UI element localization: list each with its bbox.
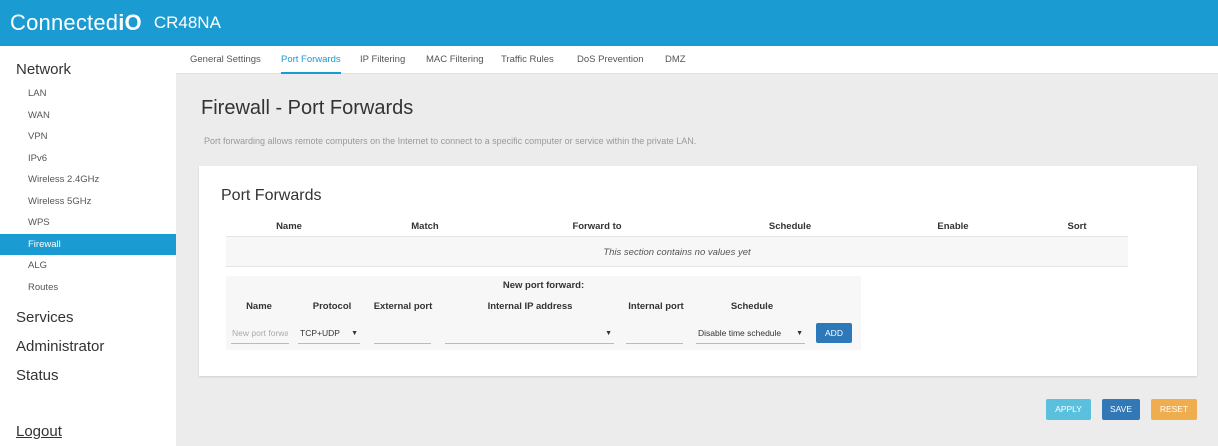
empty-message: This section contains no values yet — [603, 247, 751, 258]
sidebar-item-wan[interactable]: WAN — [0, 105, 176, 127]
sidebar-item-wireless-5ghz[interactable]: Wireless 5GHz — [0, 191, 176, 213]
tab-bar: General Settings Port Forwards IP Filter… — [176, 46, 1218, 74]
sidebar-item-alg[interactable]: ALG — [0, 255, 176, 277]
tab-ip-filtering[interactable]: IP Filtering — [360, 46, 405, 74]
new-header-name: Name — [246, 301, 272, 312]
sidebar-status[interactable]: Status — [0, 361, 176, 390]
logout-link[interactable]: Logout — [0, 421, 62, 443]
column-header-match: Match — [411, 221, 439, 232]
page-title: Firewall - Port Forwards — [201, 97, 414, 119]
new-header-protocol: Protocol — [312, 301, 352, 312]
tab-port-forwards[interactable]: Port Forwards — [281, 46, 341, 74]
section-title: Port Forwards — [221, 187, 322, 204]
sidebar-services[interactable]: Services — [0, 303, 176, 332]
tab-traffic-rules[interactable]: Traffic Rules — [501, 46, 554, 74]
tab-dmz[interactable]: DMZ — [665, 46, 686, 74]
empty-table-row: This section contains no values yet — [226, 236, 1128, 267]
sidebar-item-ipv6[interactable]: IPv6 — [0, 148, 176, 170]
column-header-sort: Sort — [1067, 221, 1087, 232]
new-header-internal-ip: Internal IP address — [487, 301, 573, 312]
sidebar: Network LAN WAN VPN IPv6 Wireless 2.4GHz… — [0, 46, 176, 446]
apply-button[interactable]: APPLY — [1046, 399, 1091, 420]
sidebar-item-wireless-24ghz[interactable]: Wireless 2.4GHz — [0, 169, 176, 191]
protocol-value: TCP+UDP — [300, 328, 340, 338]
top-bar: Connected iO CR48NA — [0, 0, 1218, 46]
sidebar-administrator[interactable]: Administrator — [0, 332, 176, 361]
tab-dos-prevention[interactable]: DoS Prevention — [577, 46, 644, 74]
brand-logo: Connected iO — [10, 10, 142, 36]
device-model: CR48NA — [153, 13, 221, 32]
logo-text: Connected — [10, 10, 119, 35]
sidebar-item-wps[interactable]: WPS — [0, 212, 176, 234]
internal-port-input[interactable] — [626, 323, 683, 344]
new-port-forward-form: New port forward: Name Protocol External… — [226, 276, 861, 350]
page-description: Port forwarding allows remote computers … — [204, 136, 697, 146]
sidebar-item-firewall[interactable]: Firewall — [0, 233, 176, 255]
new-header-internal-port: Internal port — [628, 301, 684, 312]
internal-ip-select[interactable]: ▼ — [445, 323, 614, 344]
column-header-enable: Enable — [937, 221, 969, 232]
schedule-select[interactable]: Disable time schedule ▼ — [696, 323, 805, 344]
column-header-name: Name — [276, 221, 302, 232]
name-input[interactable] — [231, 323, 289, 344]
add-button[interactable]: ADD — [816, 323, 852, 343]
new-header-schedule: Schedule — [730, 301, 774, 312]
chevron-down-icon: ▼ — [796, 330, 803, 337]
chevron-down-icon: ▼ — [351, 330, 358, 337]
sidebar-network[interactable]: Network — [0, 59, 176, 81]
column-header-forward-to: Forward to — [572, 221, 622, 232]
sidebar-item-vpn[interactable]: VPN — [0, 126, 176, 148]
new-header-external-port: External port — [373, 301, 433, 312]
sidebar-item-routes[interactable]: Routes — [0, 277, 176, 299]
reset-button[interactable]: RESET — [1151, 399, 1197, 420]
external-port-input[interactable] — [374, 323, 431, 344]
chevron-down-icon: ▼ — [605, 330, 612, 337]
protocol-select[interactable]: TCP+UDP ▼ — [298, 323, 360, 344]
column-header-schedule: Schedule — [768, 221, 812, 232]
port-forwards-card: Port Forwards Name Match Forward to Sche… — [199, 166, 1197, 376]
schedule-value: Disable time schedule — [698, 328, 782, 338]
logo-bold-text: iO — [118, 10, 142, 35]
tab-mac-filtering[interactable]: MAC Filtering — [426, 46, 484, 74]
new-port-forward-title: New port forward: — [502, 280, 585, 291]
sidebar-item-lan[interactable]: LAN — [0, 83, 176, 105]
save-button[interactable]: SAVE — [1102, 399, 1140, 420]
tab-general-settings[interactable]: General Settings — [190, 46, 261, 74]
